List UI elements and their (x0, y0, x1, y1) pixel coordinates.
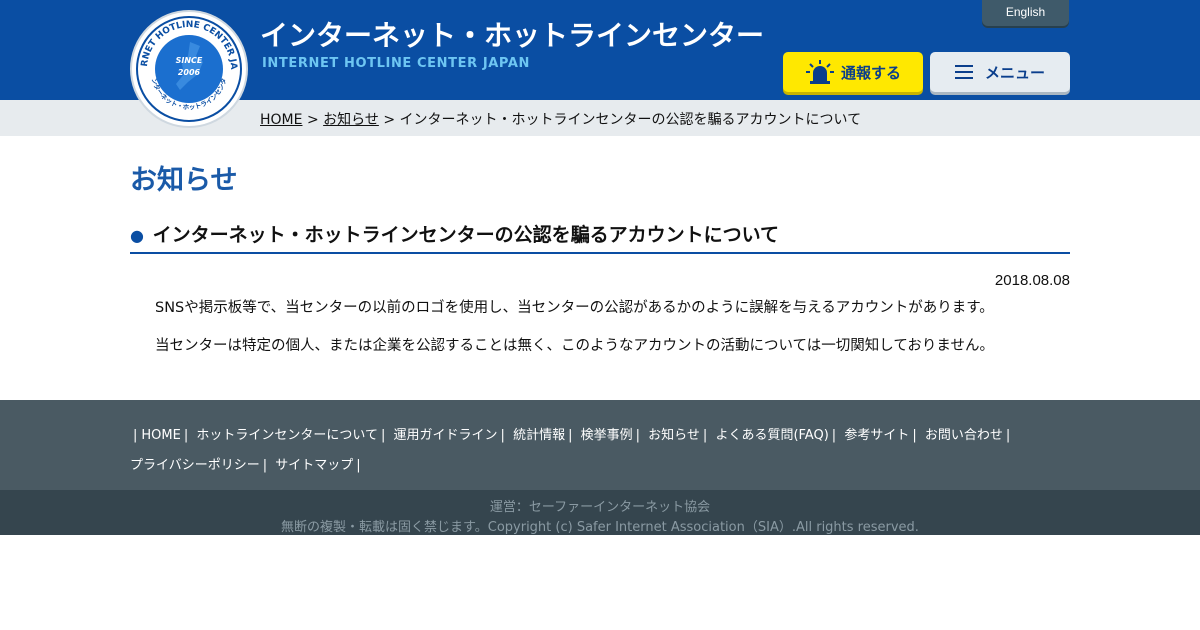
footer-link-contact[interactable]: お問い合わせ (925, 428, 1003, 443)
site-footer: | HOME | ホットラインセンターについて | 運用ガイドライン | 統計情報 | 検… (0, 400, 1200, 490)
footer-separator: | (262, 458, 268, 473)
breadcrumb-current: インターネット・ホットラインセンターの公認を騙るアカウントについて (399, 112, 862, 128)
article-date: 2018.08.08 (994, 272, 1070, 289)
breadcrumb-separator: > (383, 112, 396, 128)
bullet-icon: ● (130, 226, 144, 245)
site-title[interactable]: インターネット・ホットラインセンター (260, 14, 764, 54)
article-title-text: インターネット・ホットラインセンターの公認を騙るアカウントについて (152, 224, 780, 246)
footer-separator: | (381, 428, 386, 443)
article-title: ● インターネット・ホットラインセンターの公認を騙るアカウントについて (130, 220, 1070, 254)
site-header: INTERNET HOTLINE CENTER JAPAN インターネット・ホッ… (0, 0, 1200, 128)
logo-since-year: 2006 (178, 68, 201, 77)
footer-separator: | (183, 428, 189, 443)
footer-link-guidelines[interactable]: 運用ガイドライン (394, 428, 498, 443)
logo-since-label: SINCE (176, 56, 203, 65)
operator-text: 運営：セーファーインターネット協会 (489, 500, 711, 515)
breadcrumb-home-link[interactable]: HOME (260, 112, 302, 128)
logo-emblem-icon: INTERNET HOTLINE CENTER JAPAN インターネット・ホッ… (126, 3, 248, 128)
footer-nav: | HOME | ホットラインセンターについて | 運用ガイドライン | 統計情報 | 検… (130, 421, 1030, 481)
footer-link-cases[interactable]: 検挙事例 (581, 428, 633, 443)
footer-link-home[interactable]: HOME (141, 428, 180, 443)
breadcrumb-news-link[interactable]: お知らせ (323, 112, 379, 128)
english-button[interactable]: English (982, 0, 1069, 26)
breadcrumb-separator: > (306, 112, 319, 128)
footer-link-news[interactable]: お知らせ (648, 428, 700, 443)
menu-button[interactable]: メニュー (930, 52, 1070, 92)
footer-link-statistics[interactable]: 統計情報 (513, 428, 565, 443)
footer-link-references[interactable]: 参考サイト (844, 428, 909, 443)
footer-separator: | (500, 428, 505, 443)
copyright-text: 無断の複製・転載は固く禁じます。Copyright (c) Safer Inte… (281, 520, 919, 535)
menu-button-label: メニュー (984, 63, 1045, 82)
article-paragraph: SNSや掲示板等で、当センターの以前のロゴを使用し、当センターの公認があるかのよ… (155, 300, 994, 316)
footer-link-about[interactable]: ホットラインセンターについて (196, 428, 378, 443)
footer-link-privacy[interactable]: プライバシーポリシー (130, 458, 260, 473)
footer-separator: | (635, 428, 641, 443)
copyright-bar: 運営：セーファーインターネット協会 無断の複製・転載は固く禁じます。Copyri… (0, 490, 1200, 535)
footer-separator: | (831, 428, 837, 443)
footer-separator: | (1005, 428, 1011, 443)
report-button[interactable]: 通報する (783, 52, 923, 92)
page-title: お知らせ (130, 165, 238, 196)
footer-separator: | (568, 428, 573, 443)
footer-separator: | (356, 458, 361, 473)
footer-link-sitemap[interactable]: サイトマップ (275, 458, 353, 473)
hamburger-icon (954, 61, 973, 83)
footer-separator: | (133, 428, 138, 443)
footer-separator: | (702, 428, 708, 443)
report-button-label: 通報する (840, 63, 901, 82)
site-logo[interactable]: INTERNET HOTLINE CENTER JAPAN インターネット・ホッ… (126, 3, 248, 128)
siren-icon (805, 60, 834, 84)
article-paragraph: 当センターは特定の個人、または企業を公認することは無く、このようなアカウントの活… (155, 338, 994, 354)
site-subtitle: INTERNET HOTLINE CENTER JAPAN (262, 56, 530, 71)
footer-separator: | (912, 428, 917, 443)
footer-link-faq[interactable]: よくある質問(FAQ) (715, 428, 828, 443)
breadcrumb: HOME > お知らせ > インターネット・ホットラインセンターの公認を騙るアカ… (260, 109, 861, 129)
